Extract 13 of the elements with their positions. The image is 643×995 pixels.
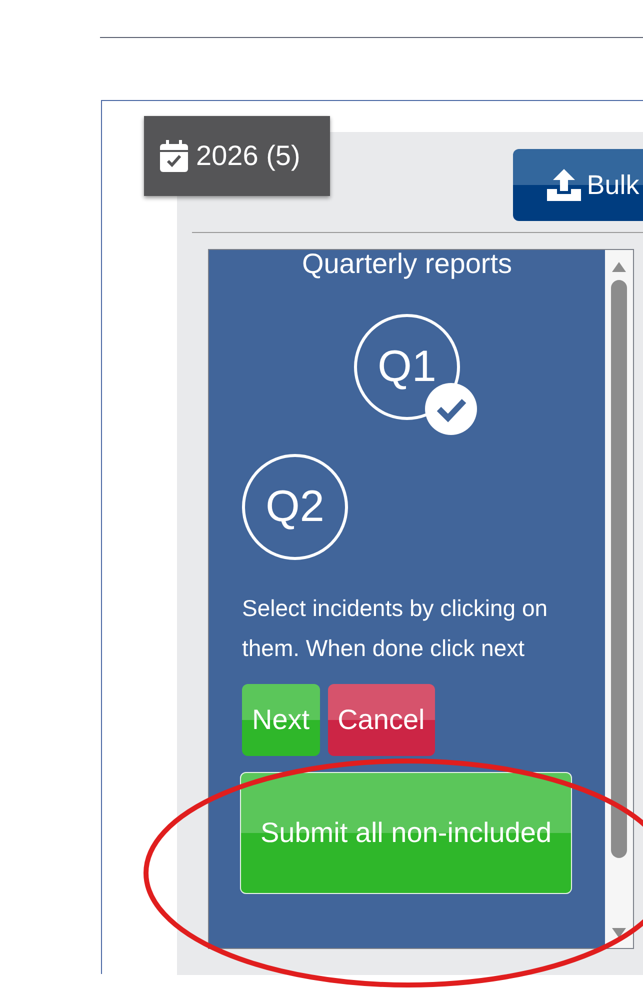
scrollbar[interactable] xyxy=(605,250,633,948)
panel-title: Quarterly reports xyxy=(300,250,514,280)
year-badge[interactable]: 2026 (5) xyxy=(144,116,330,196)
bulk-upload-button[interactable]: Bulk xyxy=(513,149,643,221)
quarter-circle[interactable]: Q2 xyxy=(242,454,348,560)
scroll-down-icon[interactable] xyxy=(612,928,626,938)
calendar-check-icon xyxy=(160,140,188,172)
year-label: 2026 (5) xyxy=(196,140,300,172)
instruction-text: Select incidents by clicking on them. When done click next xyxy=(242,594,549,663)
scroll-thumb[interactable] xyxy=(611,280,627,858)
upload-icon xyxy=(546,169,581,201)
cancel-button[interactable]: Cancel xyxy=(328,684,435,756)
scroll-up-icon[interactable] xyxy=(612,262,626,272)
